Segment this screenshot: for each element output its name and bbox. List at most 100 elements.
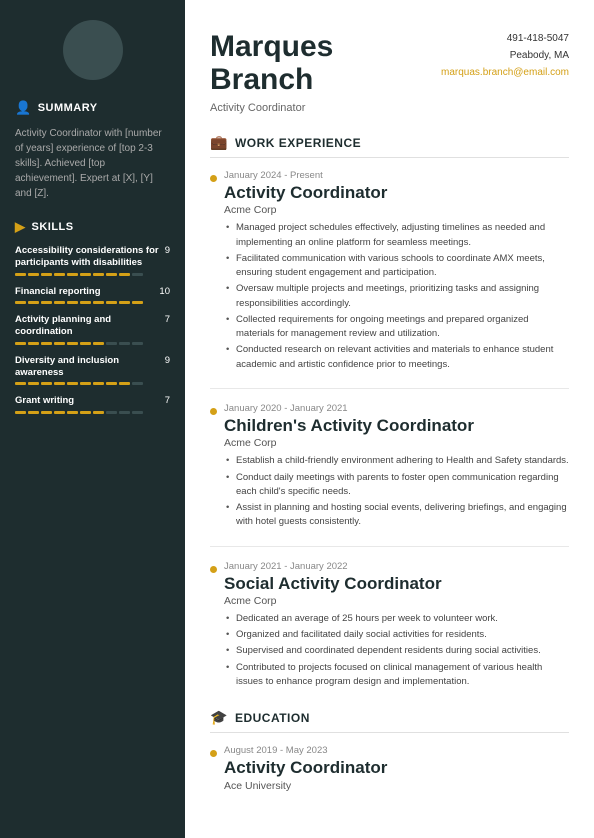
job-company: Acme Corp xyxy=(224,437,569,449)
bar-segment-filled xyxy=(15,382,26,385)
bar-segment-filled xyxy=(67,342,78,345)
bar-segment-filled xyxy=(41,301,52,304)
job-position: Activity Coordinator xyxy=(224,183,569,203)
contact-block: 491-418-5047 Peabody, MA marquas.branch@… xyxy=(441,30,569,81)
skill-item: Diversity and inclusion awareness9 xyxy=(15,355,170,386)
bar-segment-empty xyxy=(132,342,143,345)
skill-score: 9 xyxy=(165,245,170,256)
bar-segment-filled xyxy=(15,411,26,414)
bar-segment-filled xyxy=(93,411,104,414)
jobs-list: January 2024 - Present Activity Coordinat… xyxy=(210,170,569,689)
bar-segment-filled xyxy=(119,273,130,276)
bar-segment-filled xyxy=(54,382,65,385)
bar-segment-filled xyxy=(15,301,26,304)
bar-segment-filled xyxy=(67,411,78,414)
skills-list: Accessibility considerations for partici… xyxy=(15,245,170,414)
bar-segment-empty xyxy=(106,411,117,414)
bullet-item: Conduct daily meetings with parents to f… xyxy=(224,471,569,500)
edu-entry: August 2019 - May 2023Activity Coordinat… xyxy=(210,745,569,791)
bar-segment-empty xyxy=(106,342,117,345)
section-divider xyxy=(210,388,569,389)
bar-segment-filled xyxy=(132,301,143,304)
header-job-title: Activity Coordinator xyxy=(210,102,333,114)
bar-segment-filled xyxy=(54,411,65,414)
bar-segment-filled xyxy=(28,382,39,385)
job-date: January 2020 - January 2021 xyxy=(224,403,569,414)
skills-section-title: ▶ SKILLS xyxy=(15,219,170,235)
job-entry: January 2021 - January 2022 Social Activi… xyxy=(210,561,569,690)
bar-segment-filled xyxy=(28,342,39,345)
bar-segment-empty xyxy=(119,411,130,414)
section-divider xyxy=(210,546,569,547)
bullet-item: Organized and facilitated daily social a… xyxy=(224,628,569,642)
education-title: 🎓 EDUCATION xyxy=(210,709,569,733)
bullet-item: Facilitated communication with various s… xyxy=(224,252,569,281)
graduation-icon: 🎓 xyxy=(210,709,228,726)
bar-segment-filled xyxy=(80,411,91,414)
bar-segment-filled xyxy=(119,382,130,385)
person-icon: 👤 xyxy=(15,100,32,116)
bar-segment-filled xyxy=(80,273,91,276)
job-details: January 2021 - January 2022 Social Activi… xyxy=(224,561,569,690)
resume-header: Marques Branch Activity Coordinator 491-… xyxy=(210,30,569,134)
bar-segment-filled xyxy=(106,273,117,276)
job-company: Acme Corp xyxy=(224,204,569,216)
bullet-item: Conducted research on relevant activitie… xyxy=(224,343,569,372)
location: Peabody, MA xyxy=(441,47,569,64)
bullet-item: Dedicated an average of 25 hours per wee… xyxy=(224,612,569,626)
skill-bar xyxy=(15,382,170,385)
education-list: August 2019 - May 2023Activity Coordinat… xyxy=(210,745,569,791)
skill-name: Activity planning and coordination xyxy=(15,314,165,339)
bar-segment-empty xyxy=(132,382,143,385)
bar-segment-filled xyxy=(93,301,104,304)
job-entry: January 2020 - January 2021 Children's Ac… xyxy=(210,403,569,530)
candidate-name: Marques Branch xyxy=(210,30,333,96)
bar-segment-filled xyxy=(54,342,65,345)
summary-text: Activity Coordinator with [number of yea… xyxy=(15,126,170,201)
job-date: January 2021 - January 2022 xyxy=(224,561,569,572)
resume-container: 👤 SUMMARY Activity Coordinator with [num… xyxy=(0,0,594,838)
sidebar: 👤 SUMMARY Activity Coordinator with [num… xyxy=(0,0,185,838)
skill-name: Diversity and inclusion awareness xyxy=(15,355,165,380)
job-date: January 2024 - Present xyxy=(224,170,569,181)
bullet-item: Supervised and coordinated dependent res… xyxy=(224,644,569,658)
bar-segment-filled xyxy=(28,273,39,276)
job-position: Social Activity Coordinator xyxy=(224,574,569,594)
skill-name: Financial reporting xyxy=(15,286,159,298)
edu-date: August 2019 - May 2023 xyxy=(224,745,569,756)
education-section: 🎓 EDUCATION August 2019 - May 2023Activi… xyxy=(210,709,569,791)
bar-segment-filled xyxy=(15,273,26,276)
bar-segment-empty xyxy=(132,273,143,276)
bar-segment-filled xyxy=(54,301,65,304)
name-block: Marques Branch Activity Coordinator xyxy=(210,30,333,114)
job-bullets: Managed project schedules effectively, a… xyxy=(224,221,569,372)
bar-segment-filled xyxy=(93,342,104,345)
skill-bar xyxy=(15,301,170,304)
job-details: January 2020 - January 2021 Children's Ac… xyxy=(224,403,569,530)
main-content: Marques Branch Activity Coordinator 491-… xyxy=(185,0,594,838)
bar-segment-filled xyxy=(106,301,117,304)
bullet-item: Contributed to projects focused on clini… xyxy=(224,661,569,690)
job-position: Children's Activity Coordinator xyxy=(224,416,569,436)
bar-segment-filled xyxy=(80,342,91,345)
bar-segment-filled xyxy=(106,382,117,385)
bar-segment-empty xyxy=(119,342,130,345)
bullet-item: Establish a child-friendly environment a… xyxy=(224,454,569,468)
edu-school: Ace University xyxy=(224,780,569,792)
avatar xyxy=(63,20,123,80)
bar-segment-filled xyxy=(54,273,65,276)
bar-segment-filled xyxy=(41,342,52,345)
bar-segment-filled xyxy=(15,342,26,345)
job-entry: January 2024 - Present Activity Coordinat… xyxy=(210,170,569,372)
skill-bar xyxy=(15,273,170,276)
work-experience-section: 💼 WORK EXPERIENCE January 2024 - Present… xyxy=(210,134,569,689)
bar-segment-filled xyxy=(67,382,78,385)
email: marquas.branch@email.com xyxy=(441,64,569,81)
bar-segment-filled xyxy=(80,301,91,304)
bar-segment-filled xyxy=(67,301,78,304)
phone: 491-418-5047 xyxy=(441,30,569,47)
bar-segment-filled xyxy=(41,382,52,385)
work-experience-title: 💼 WORK EXPERIENCE xyxy=(210,134,569,158)
skill-score: 7 xyxy=(165,314,170,325)
bar-segment-filled xyxy=(28,411,39,414)
